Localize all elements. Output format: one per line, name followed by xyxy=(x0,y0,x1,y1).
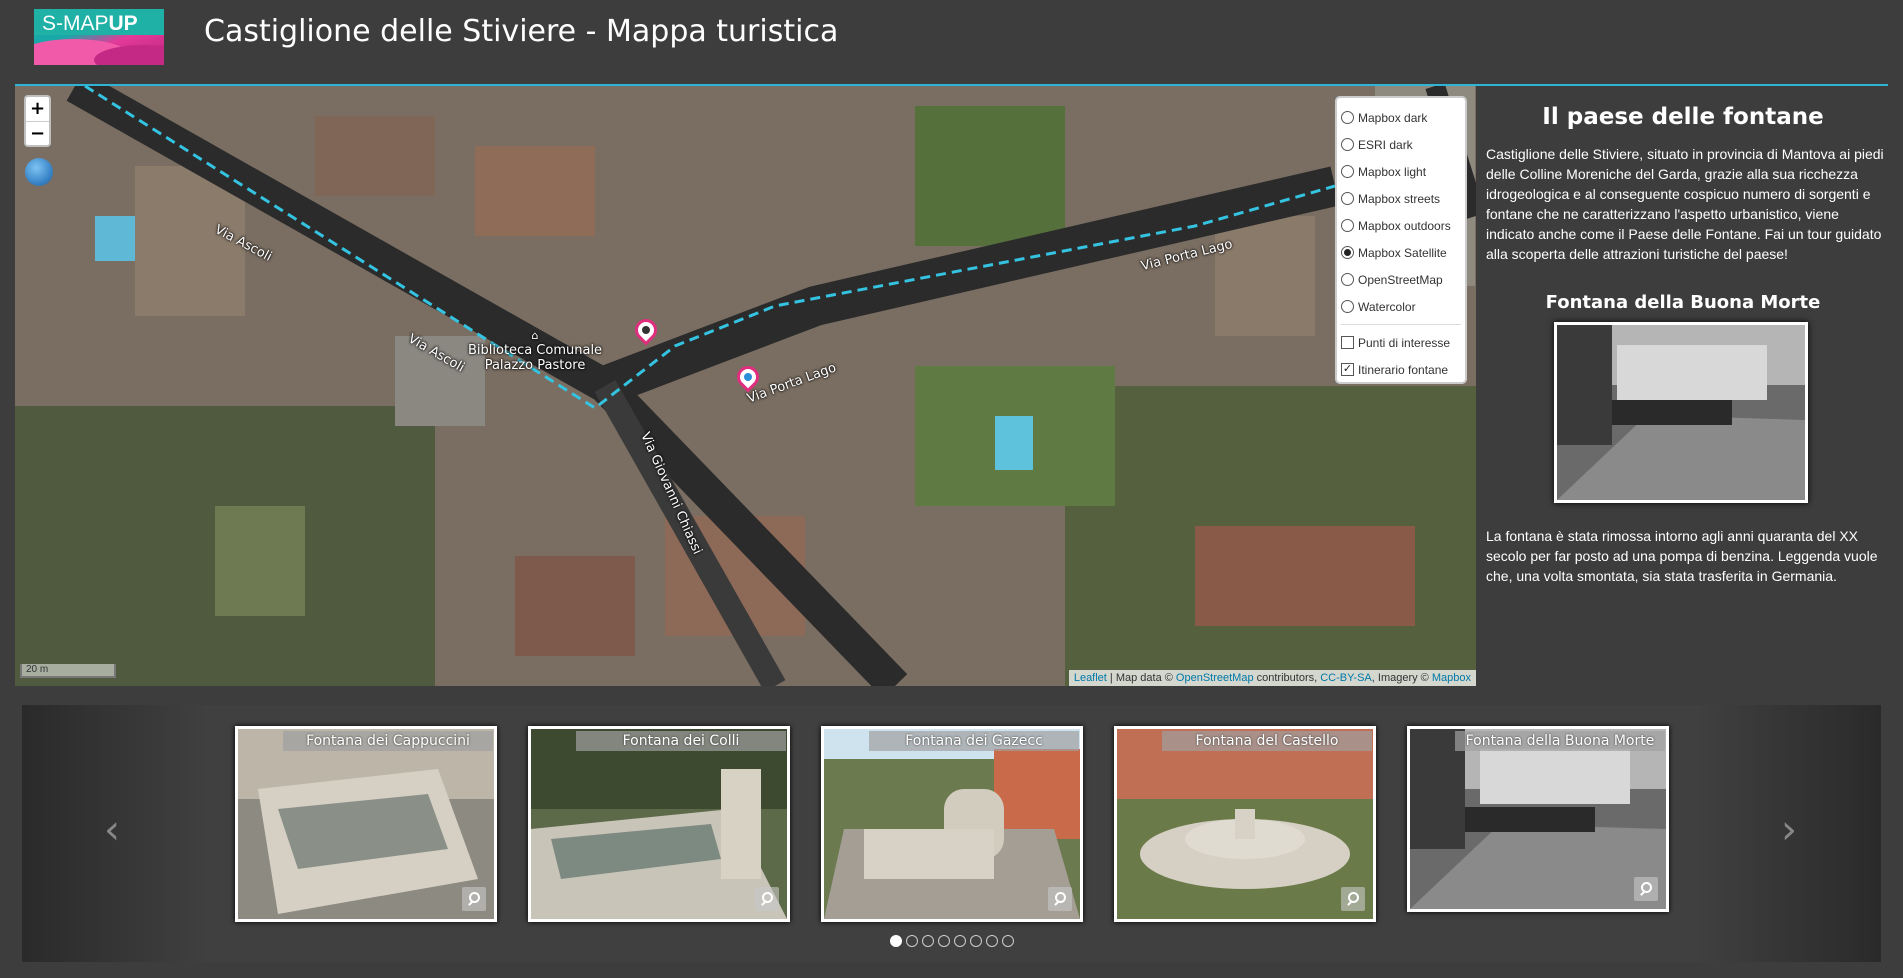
globe-icon[interactable] xyxy=(25,158,53,186)
fountain-thumbnail xyxy=(1410,729,1666,909)
logo-text-light: S-MAP xyxy=(42,12,109,35)
base-layer-label: Mapbox Satellite xyxy=(1358,245,1447,260)
overlay-option[interactable]: Punti di interesse xyxy=(1341,329,1461,356)
card-title: Fontana dei Cappuccini xyxy=(283,731,493,751)
base-layer-label: Mapbox outdoors xyxy=(1358,218,1451,233)
carousel-dot[interactable] xyxy=(986,935,998,947)
mapbox-link[interactable]: Mapbox xyxy=(1432,672,1471,684)
base-layer-option[interactable]: Mapbox Satellite xyxy=(1341,239,1461,266)
base-layer-label: Mapbox dark xyxy=(1358,110,1428,125)
zoom-out-button[interactable]: − xyxy=(26,121,49,145)
carousel-card[interactable]: Fontana della Buona Morte xyxy=(1407,726,1669,912)
carousel-dot[interactable] xyxy=(954,935,966,947)
historic-photo xyxy=(1557,325,1805,500)
fountain-thumbnail xyxy=(1117,729,1373,919)
panel-title: Il paese delle fontane xyxy=(1542,104,1824,130)
base-layer-label: Mapbox light xyxy=(1358,164,1427,179)
page-title: Castiglione delle Stiviere - Mappa turis… xyxy=(204,14,839,49)
checkbox[interactable] xyxy=(1341,336,1354,349)
panel-intro: Castiglione delle Stiviere, situato in p… xyxy=(1486,146,1884,262)
radio-button[interactable] xyxy=(1341,111,1354,124)
fountain-carousel: ‹ › Fontana dei Cappuccini Fontana dei C… xyxy=(22,705,1881,962)
card-title: Fontana del Castello xyxy=(1162,731,1372,751)
base-layer-option[interactable]: Mapbox light xyxy=(1341,158,1461,185)
fountain-thumbnail xyxy=(531,729,787,919)
overlay-label: Itinerario fontane xyxy=(1358,362,1449,377)
base-layer-label: Watercolor xyxy=(1358,299,1416,314)
magnifier-icon[interactable] xyxy=(1341,887,1365,911)
carousel-dot[interactable] xyxy=(890,935,902,947)
attribution-text: | Map data © xyxy=(1106,672,1176,684)
base-layer-option[interactable]: ESRI dark xyxy=(1341,131,1461,158)
water-drop-icon xyxy=(742,371,754,383)
poi-label-biblioteca[interactable]: ⌂ Biblioteca Comunale Palazzo Pastore xyxy=(468,328,602,373)
carousel-dot[interactable] xyxy=(1002,935,1014,947)
radio-button[interactable] xyxy=(1341,219,1354,232)
poi-label-line: Palazzo Pastore xyxy=(484,358,586,373)
base-layer-option[interactable]: OpenStreetMap xyxy=(1341,266,1461,293)
card-title: Fontana della Buona Morte xyxy=(1455,731,1665,751)
carousel-card[interactable]: Fontana dei Cappuccini xyxy=(235,726,497,922)
radio-button-selected[interactable] xyxy=(1341,246,1354,259)
header: S-MAPUP Castiglione delle Stiviere - Map… xyxy=(0,0,1903,84)
logo[interactable]: S-MAPUP xyxy=(34,9,164,65)
magnifier-icon[interactable] xyxy=(462,887,486,911)
layer-control: Mapbox dark ESRI dark Mapbox light Mapbo… xyxy=(1335,96,1467,384)
overlay-option[interactable]: ✓ Itinerario fontane xyxy=(1341,356,1461,383)
magnifier-icon[interactable] xyxy=(755,887,779,911)
carousel-dot[interactable] xyxy=(938,935,950,947)
scale-bar: 20 m xyxy=(20,664,116,678)
card-title: Fontana dei Gazecc xyxy=(869,731,1079,751)
fountain-thumbnail xyxy=(824,729,1080,919)
carousel-dot[interactable] xyxy=(906,935,918,947)
radio-button[interactable] xyxy=(1341,192,1354,205)
radio-button[interactable] xyxy=(1341,273,1354,286)
logo-text: S-MAPUP xyxy=(42,12,138,36)
logo-text-bold: UP xyxy=(108,12,138,35)
fountain-description: La fontana è stata rimossa intorno agli … xyxy=(1486,528,1878,584)
carousel-next-button[interactable]: › xyxy=(1769,810,1809,850)
fountain-title: Fontana della Buona Morte xyxy=(1545,292,1821,313)
attribution-text: contributors, xyxy=(1253,672,1321,684)
carousel-prev-button[interactable]: ‹ xyxy=(92,810,132,850)
radio-button[interactable] xyxy=(1341,300,1354,313)
base-layer-label: ESRI dark xyxy=(1358,137,1413,152)
layer-separator xyxy=(1341,324,1461,325)
base-layer-option[interactable]: Mapbox streets xyxy=(1341,185,1461,212)
base-layer-label: Mapbox streets xyxy=(1358,191,1441,206)
osm-link[interactable]: OpenStreetMap xyxy=(1176,672,1254,684)
fountain-photo[interactable] xyxy=(1554,322,1808,503)
carousel-pagination xyxy=(890,935,1014,947)
zoom-control: + − xyxy=(24,95,51,147)
carousel-dot[interactable] xyxy=(970,935,982,947)
overlay-label: Punti di interesse xyxy=(1358,335,1451,350)
radio-button[interactable] xyxy=(1341,138,1354,151)
map[interactable]: Via Ascoli Via Ascoli Via Porta Lago Via… xyxy=(15,86,1476,686)
attribution-text: , Imagery © xyxy=(1371,672,1432,684)
magnifier-icon[interactable] xyxy=(1048,887,1072,911)
carousel-card[interactable]: Fontana dei Gazecc xyxy=(821,726,1083,922)
carousel-dot[interactable] xyxy=(922,935,934,947)
checkbox-checked[interactable]: ✓ xyxy=(1341,363,1354,376)
zoom-in-button[interactable]: + xyxy=(26,97,49,121)
base-layer-option[interactable]: Watercolor xyxy=(1341,293,1461,320)
carousel-card[interactable]: Fontana dei Colli xyxy=(528,726,790,922)
base-layer-option[interactable]: Mapbox dark xyxy=(1341,104,1461,131)
leaflet-link[interactable]: Leaflet xyxy=(1074,672,1107,684)
home-icon xyxy=(640,324,652,336)
base-layer-label: OpenStreetMap xyxy=(1358,272,1443,287)
poi-label-line: Biblioteca Comunale xyxy=(468,343,603,358)
base-layer-option[interactable]: Mapbox outdoors xyxy=(1341,212,1461,239)
carousel-card[interactable]: Fontana del Castello xyxy=(1114,726,1376,922)
fountain-thumbnail xyxy=(238,729,494,919)
magnifier-icon[interactable] xyxy=(1634,877,1658,901)
license-link[interactable]: CC-BY-SA xyxy=(1320,672,1372,684)
book-icon: ⌂ xyxy=(531,329,539,342)
card-title: Fontana dei Colli xyxy=(576,731,786,751)
radio-button[interactable] xyxy=(1341,165,1354,178)
map-attribution: Leaflet | Map data © OpenStreetMap contr… xyxy=(1068,670,1476,686)
info-panel: Il paese delle fontane Castiglione delle… xyxy=(1478,86,1888,686)
